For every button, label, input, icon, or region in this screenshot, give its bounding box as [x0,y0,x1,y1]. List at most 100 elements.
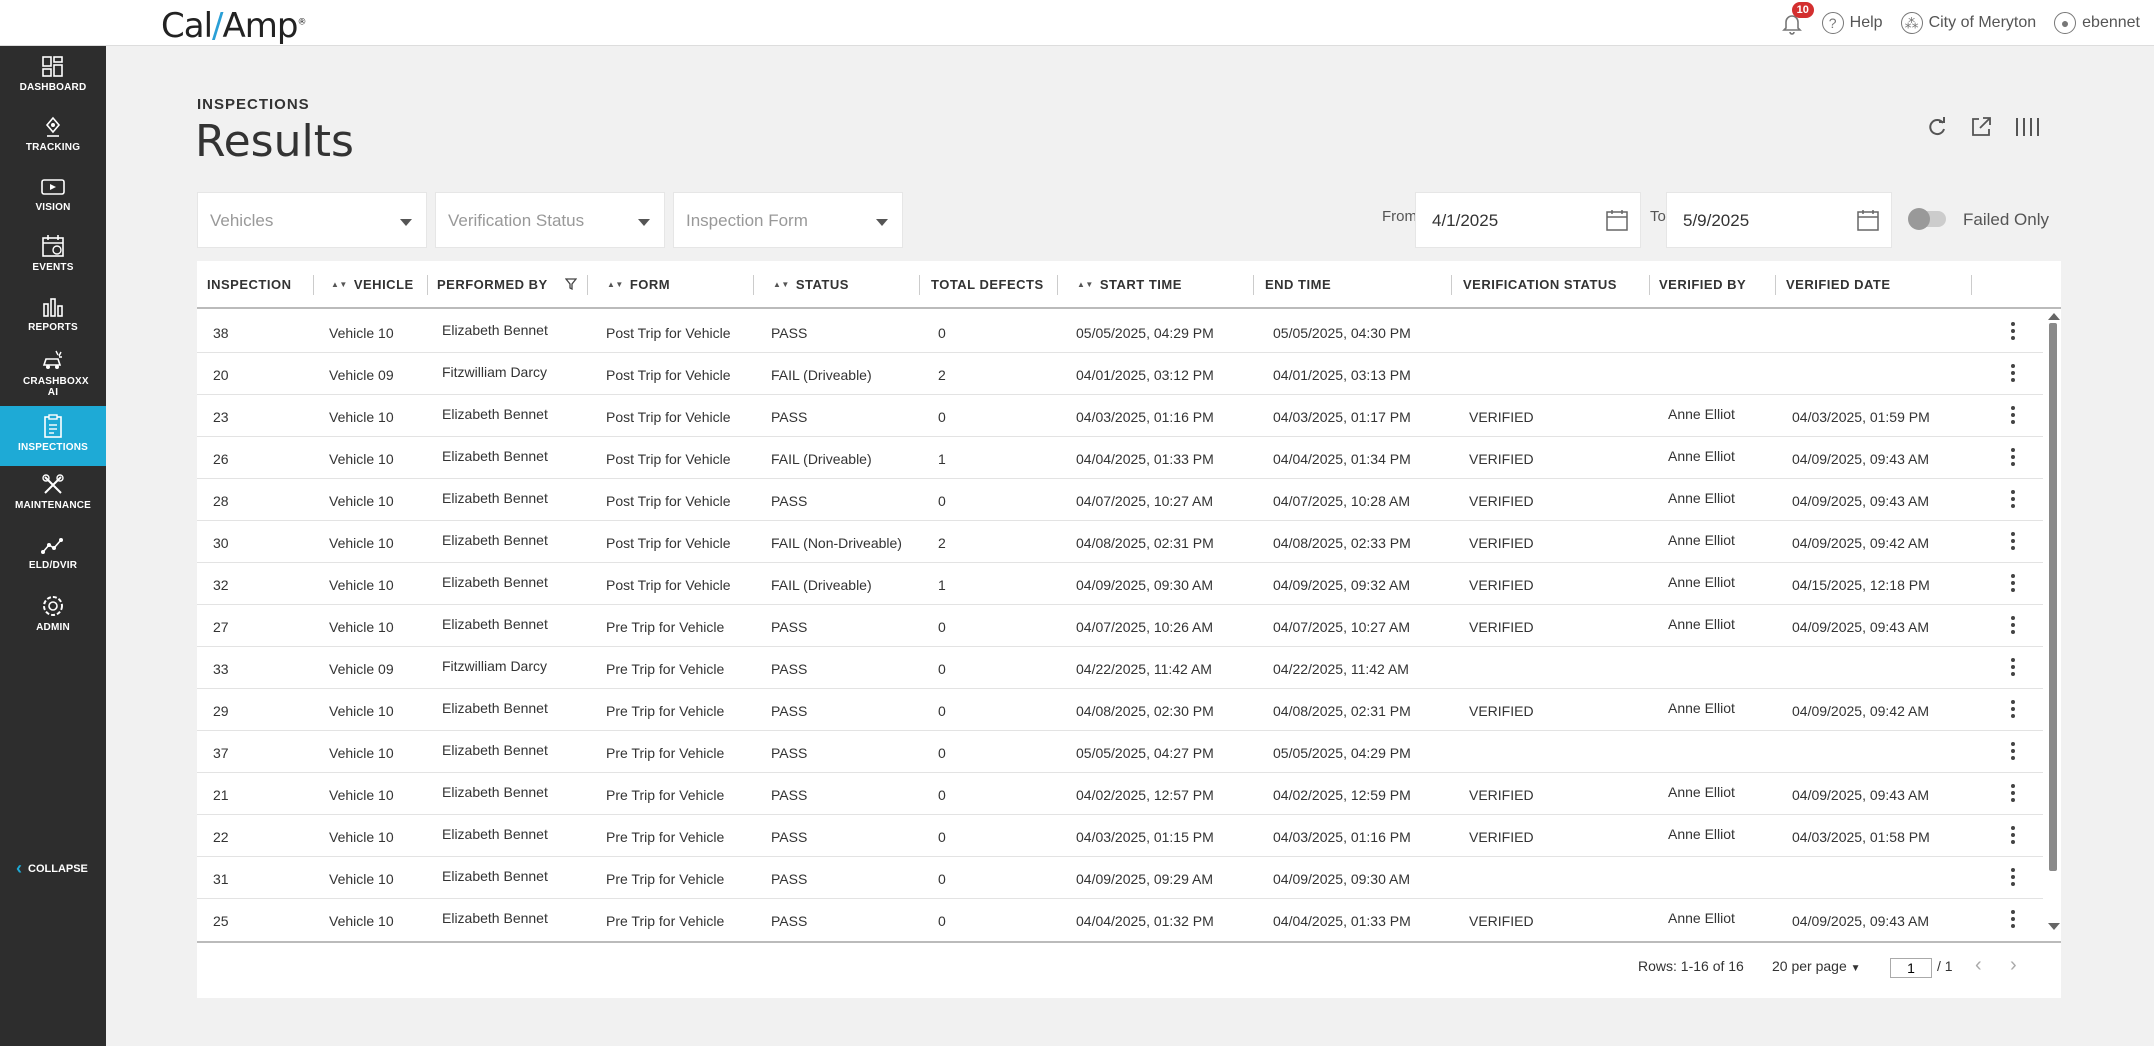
inspection-id-cell[interactable]: 23 [213,409,229,425]
row-actions-menu-icon[interactable] [2011,910,2015,928]
refresh-icon[interactable] [1926,116,1948,138]
column-divider[interactable] [753,275,754,295]
inspection-id-cell[interactable]: 31 [213,871,229,887]
inspection-id-cell[interactable]: 37 [213,745,229,761]
calamp-logo[interactable]: Cal/Amp® [161,6,306,46]
column-divider[interactable] [427,275,428,295]
table-row[interactable]: 22 Vehicle 10 Elizabeth Bennet Pre Trip … [197,815,2043,857]
next-page-chevron-icon[interactable]: › [2010,954,2017,977]
column-header-verification-status[interactable]: VERIFICATION STATUS [1463,277,1617,292]
row-actions-menu-icon[interactable] [2011,322,2015,340]
column-divider[interactable] [1775,275,1776,295]
sidebar-item-maintenance[interactable]: MAINTENANCE [0,474,106,528]
column-header-end-time[interactable]: END TIME [1265,277,1331,292]
inspection-id-cell[interactable]: 27 [213,619,229,635]
sidebar-item-inspections[interactable]: INSPECTIONS [0,406,106,466]
inspection-id-cell[interactable]: 25 [213,913,229,929]
row-actions-menu-icon[interactable] [2011,616,2015,634]
row-actions-menu-icon[interactable] [2011,532,2015,550]
collapse-sidebar-button[interactable]: ‹ COLLAPSE [16,858,88,879]
sidebar-item-events[interactable]: EVENTS [0,234,106,290]
table-row[interactable]: 31 Vehicle 10 Elizabeth Bennet Pre Trip … [197,857,2043,899]
table-row[interactable]: 20 Vehicle 09 Fitzwilliam Darcy Post Tri… [197,353,2043,395]
verification-status-filter-dropdown[interactable]: Verification Status [435,192,665,248]
column-divider[interactable] [1451,275,1452,295]
inspection-id-cell[interactable]: 32 [213,577,229,593]
table-row[interactable]: 30 Vehicle 10 Elizabeth Bennet Post Trip… [197,521,2043,563]
user-menu[interactable]: ● ebennet [2054,12,2140,34]
column-divider[interactable] [313,275,314,295]
column-header-start-time[interactable]: ▲▼ START TIME [1077,277,1182,292]
per-page-select[interactable]: 20 per page ▼ [1772,958,1861,974]
row-actions-menu-icon[interactable] [2011,868,2015,886]
sidebar-item-dashboard[interactable]: DASHBOARD [0,56,106,106]
scroll-up-arrow-icon[interactable] [2048,313,2060,320]
inspection-id-cell[interactable]: 30 [213,535,229,551]
table-row[interactable]: 33 Vehicle 09 Fitzwilliam Darcy Pre Trip… [197,647,2043,689]
calendar-icon[interactable] [1606,209,1628,231]
table-row[interactable]: 27 Vehicle 10 Elizabeth Bennet Pre Trip … [197,605,2043,647]
column-header-verified-date[interactable]: VERIFIED DATE [1786,277,1891,292]
column-header-inspection[interactable]: INSPECTION [207,277,291,292]
table-row[interactable]: 38 Vehicle 10 Elizabeth Bennet Post Trip… [197,311,2043,353]
column-header-performed-by[interactable]: PERFORMED BY [437,277,548,292]
table-row[interactable]: 29 Vehicle 10 Elizabeth Bennet Pre Trip … [197,689,2043,731]
row-actions-menu-icon[interactable] [2011,448,2015,466]
table-row[interactable]: 28 Vehicle 10 Elizabeth Bennet Post Trip… [197,479,2043,521]
row-actions-menu-icon[interactable] [2011,658,2015,676]
from-date-input[interactable]: 4/1/2025 [1415,192,1641,248]
row-actions-menu-icon[interactable] [2011,574,2015,592]
sidebar-item-reports[interactable]: REPORTS [0,296,106,350]
previous-page-chevron-icon[interactable]: ‹ [1975,954,1982,977]
inspection-id-cell[interactable]: 33 [213,661,229,677]
row-actions-menu-icon[interactable] [2011,406,2015,424]
column-divider[interactable] [919,275,920,295]
row-actions-menu-icon[interactable] [2011,784,2015,802]
column-header-vehicle[interactable]: ▲▼ VEHICLE [331,277,414,292]
inspection-id-cell[interactable]: 38 [213,325,229,341]
sidebar-item-vision[interactable]: VISION [0,176,106,226]
help-link[interactable]: ? Help [1821,12,1883,34]
notifications-button[interactable]: 10 [1780,2,1814,35]
calendar-icon[interactable] [1857,209,1879,231]
vehicles-filter-dropdown[interactable]: Vehicles [197,192,427,248]
table-row[interactable]: 26 Vehicle 10 Elizabeth Bennet Post Trip… [197,437,2043,479]
sidebar-item-crashboxx-ai[interactable]: CRASHBOXX AI [0,348,106,404]
column-divider[interactable] [1057,275,1058,295]
inspection-id-cell[interactable]: 22 [213,829,229,845]
column-divider[interactable] [587,275,588,295]
row-actions-menu-icon[interactable] [2011,742,2015,760]
columns-icon[interactable] [2014,116,2040,138]
column-divider[interactable] [1971,275,1972,295]
table-row[interactable]: 21 Vehicle 10 Elizabeth Bennet Pre Trip … [197,773,2043,815]
table-scrollbar[interactable] [2047,313,2060,935]
table-row[interactable]: 37 Vehicle 10 Elizabeth Bennet Pre Trip … [197,731,2043,773]
column-divider[interactable] [1649,275,1650,295]
scrollbar-thumb[interactable] [2049,323,2057,871]
organization-selector[interactable]: ⁂ City of Meryton [1900,12,2036,34]
column-header-total-defects[interactable]: TOTAL DEFECTS [931,277,1044,292]
row-actions-menu-icon[interactable] [2011,826,2015,844]
page-number-input[interactable] [1890,958,1932,978]
inspection-id-cell[interactable]: 20 [213,367,229,383]
scroll-down-arrow-icon[interactable] [2048,923,2060,930]
column-divider[interactable] [1253,275,1254,295]
inspection-id-cell[interactable]: 29 [213,703,229,719]
inspection-id-cell[interactable]: 26 [213,451,229,467]
row-actions-menu-icon[interactable] [2011,700,2015,718]
filter-funnel-icon[interactable] [565,278,577,290]
column-header-status[interactable]: ▲▼ STATUS [773,277,849,292]
table-row[interactable]: 23 Vehicle 10 Elizabeth Bennet Post Trip… [197,395,2043,437]
to-date-input[interactable]: 5/9/2025 [1666,192,1892,248]
inspection-form-filter-dropdown[interactable]: Inspection Form [673,192,903,248]
inspection-id-cell[interactable]: 28 [213,493,229,509]
row-actions-menu-icon[interactable] [2011,490,2015,508]
inspection-id-cell[interactable]: 21 [213,787,229,803]
column-header-form[interactable]: ▲▼ FORM [607,277,670,292]
table-row[interactable]: 25 Vehicle 10 Elizabeth Bennet Pre Trip … [197,899,2043,941]
column-header-verified-by[interactable]: VERIFIED BY [1659,277,1746,292]
sidebar-item-eld-dvir[interactable]: ELD/DVIR [0,536,106,586]
sidebar-item-tracking[interactable]: TRACKING [0,116,106,166]
sidebar-item-admin[interactable]: ADMIN [0,594,106,648]
table-row[interactable]: 32 Vehicle 10 Elizabeth Bennet Post Trip… [197,563,2043,605]
